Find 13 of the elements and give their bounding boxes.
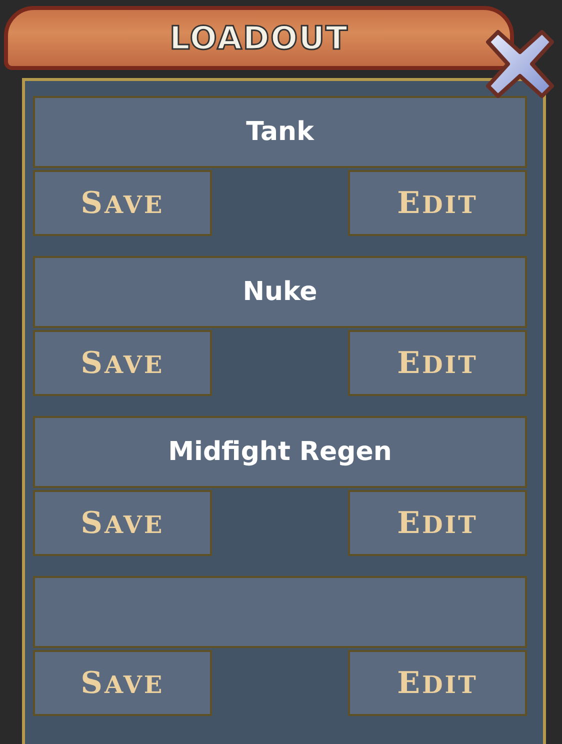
save-button[interactable]: SAVE <box>33 490 212 556</box>
loadout-name-bar: Midfight Regen <box>33 416 527 488</box>
edit-button[interactable]: EDIT <box>348 170 527 236</box>
loadout-name-bar: Tank <box>33 96 527 168</box>
close-icon[interactable] <box>484 28 556 100</box>
edit-button[interactable]: EDIT <box>348 490 527 556</box>
edit-button[interactable]: EDIT <box>348 650 527 716</box>
save-button[interactable]: SAVE <box>33 170 212 236</box>
save-button[interactable]: SAVE <box>33 330 212 396</box>
window-title: LOADOUT <box>170 19 348 57</box>
edit-button[interactable]: EDIT <box>348 330 527 396</box>
loadout-name-bar: Nuke <box>33 256 527 328</box>
save-button[interactable]: SAVE <box>33 650 212 716</box>
